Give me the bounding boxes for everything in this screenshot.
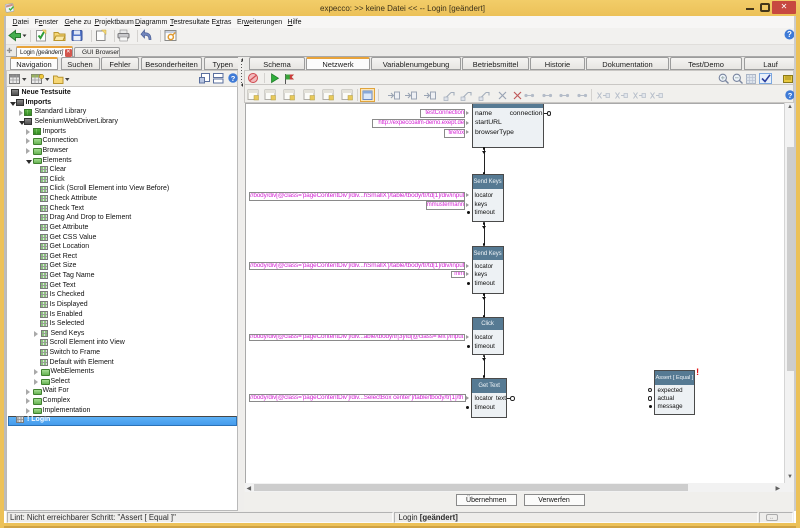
svg-text:?: ?: [787, 30, 792, 39]
svg-text:?: ?: [788, 90, 793, 99]
svg-text:?: ?: [230, 73, 235, 82]
